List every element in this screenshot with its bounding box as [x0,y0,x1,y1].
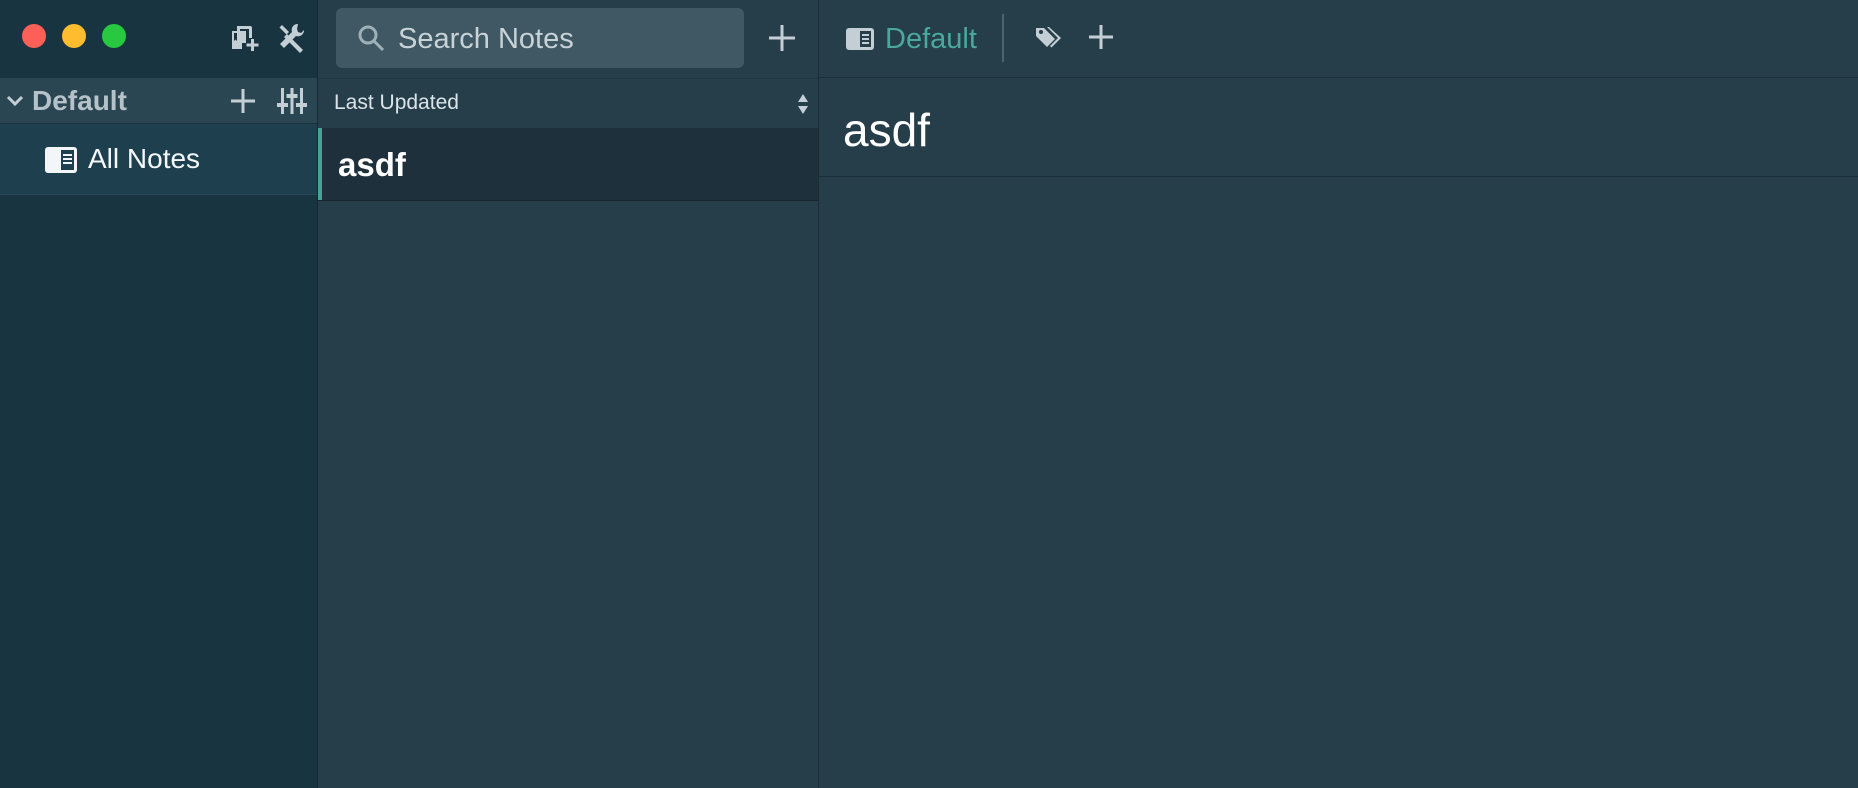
folder-notes-icon [846,28,874,50]
app-window: Default All Notes Search Notes Last Upda… [0,0,1858,788]
sidebar-item-label: All Notes [88,143,201,174]
search-icon [358,25,385,52]
sidebar-item-all-notes[interactable]: All Notes [0,124,317,195]
title-bar [0,0,317,77]
toolbar-divider [1002,14,1004,62]
tag-icon[interactable] [1034,22,1064,52]
editor-panel: Default asdf [819,0,1858,788]
add-storage-icon[interactable] [227,20,261,54]
editor-toolbar: Default [819,0,1858,78]
note-list-panel: Last Updated asdf [318,0,819,788]
tools-icon[interactable] [275,20,309,54]
search-input[interactable] [396,16,730,62]
add-folder-icon[interactable] [228,86,258,116]
folder-label: Default [885,23,977,55]
add-tag-icon[interactable] [1085,21,1117,53]
note-item-title: asdf [338,146,406,183]
note-list-item[interactable]: asdf [318,128,818,201]
window-close-button[interactable] [22,24,46,48]
window-minimize-button[interactable] [62,24,86,48]
storage-name: Default [32,85,127,116]
sort-arrows-icon [798,94,808,114]
all-notes-icon [45,147,77,173]
note-title[interactable]: asdf [843,104,930,156]
window-maximize-button[interactable] [102,24,126,48]
storage-header[interactable]: Default [0,78,317,123]
new-note-button[interactable] [764,20,800,56]
sort-selector[interactable]: Last Updated [318,78,818,129]
sort-label: Last Updated [334,91,459,114]
chevron-down-icon[interactable] [4,90,26,112]
search-box[interactable] [336,8,744,68]
sidebar: Default All Notes [0,0,318,788]
folder-breadcrumb[interactable]: Default [845,20,977,58]
storage-settings-icon[interactable] [276,85,308,117]
editor-title-area[interactable]: asdf [819,78,1858,177]
selected-note-indicator [318,128,322,200]
